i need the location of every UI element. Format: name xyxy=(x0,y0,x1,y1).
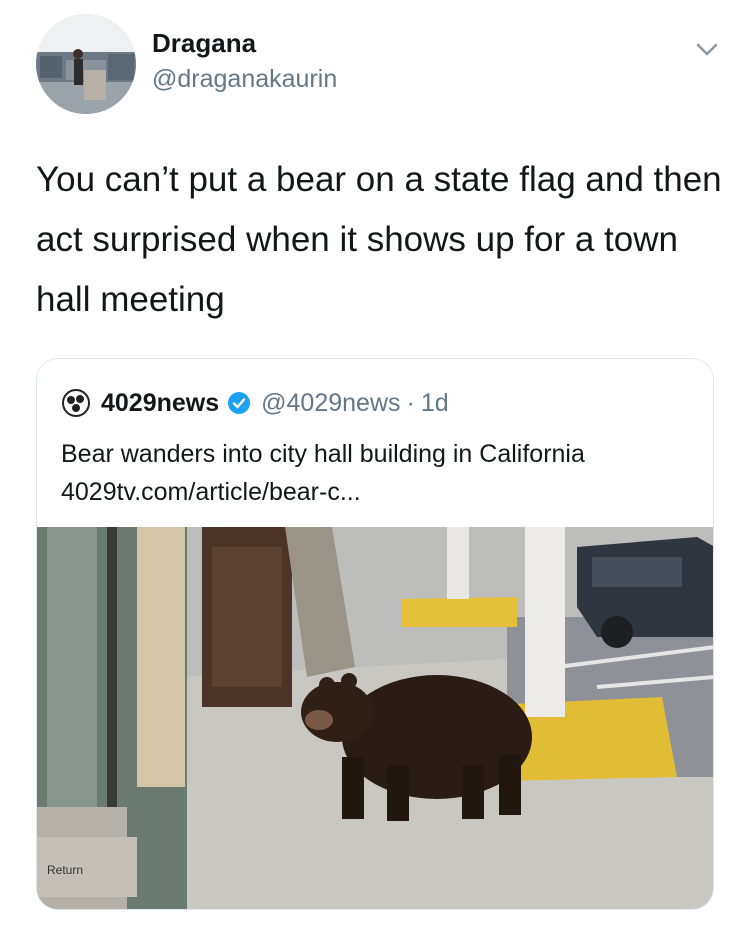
tweet-header: Dragana @draganakaurin xyxy=(36,14,726,114)
quoted-tweet-card[interactable]: 4029news @4029news · 1d Bear wanders int… xyxy=(36,358,714,910)
quoted-text-line: Bear wanders into city hall building in … xyxy=(61,440,585,468)
quoted-link[interactable]: 4029tv.com/article/bear-c... xyxy=(61,473,701,511)
quoted-timestamp[interactable]: 1d xyxy=(421,389,449,418)
display-name[interactable]: Dragana xyxy=(152,28,337,59)
chevron-down-icon[interactable] xyxy=(692,34,722,64)
4029news-logo-icon xyxy=(62,389,90,417)
avatar-photo-icon xyxy=(36,14,136,114)
author-block[interactable]: Dragana @draganakaurin xyxy=(152,28,337,94)
separator-dot: · xyxy=(406,388,415,417)
quoted-media[interactable]: Return xyxy=(37,527,713,909)
avatar[interactable] xyxy=(36,14,136,114)
tweet-text: You can’t put a bear on a state flag and… xyxy=(36,160,722,319)
return-sign-text: Return xyxy=(47,863,83,877)
quoted-user-handle[interactable]: @4029news xyxy=(261,389,400,418)
verified-badge-icon xyxy=(228,392,251,414)
quoted-tweet-text: Bear wanders into city hall building in … xyxy=(61,435,701,511)
quoted-display-name[interactable]: 4029news xyxy=(101,389,219,418)
user-handle[interactable]: @draganakaurin xyxy=(152,65,337,94)
quoted-tweet-header: 4029news @4029news · 1d xyxy=(61,385,449,421)
bear-photo-icon: Return xyxy=(37,527,713,909)
